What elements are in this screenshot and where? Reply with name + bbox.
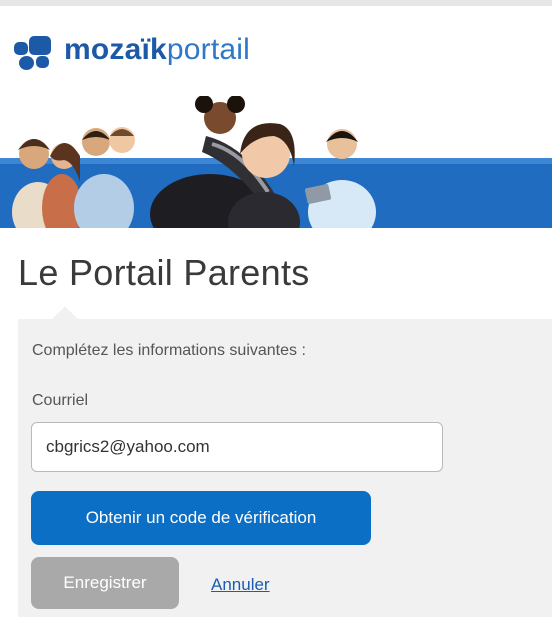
logo-wordmark-light: portail <box>166 33 251 66</box>
get-verification-code-button[interactable]: Obtenir un code de vérification <box>31 491 371 545</box>
mozaik-logo-icon <box>14 30 54 70</box>
email-label: Courriel <box>32 392 89 409</box>
email-field[interactable] <box>31 422 443 472</box>
panel-pointer <box>52 306 78 332</box>
form-instructions: Complétez les informations suivantes : <box>32 342 306 359</box>
cancel-link[interactable]: Annuler <box>211 575 270 595</box>
family-banner-photo <box>0 96 552 228</box>
top-border <box>0 0 552 6</box>
logo-wordmark-bold: mozaïk <box>64 33 167 66</box>
logo-wordmark: mozaïkportail <box>64 35 250 65</box>
page-title: Le Portail Parents <box>18 252 310 293</box>
save-button[interactable]: Enregistrer <box>31 557 179 609</box>
mozaik-logo: mozaïkportail <box>14 28 250 72</box>
verification-form-panel: Complétez les informations suivantes : C… <box>18 306 552 617</box>
